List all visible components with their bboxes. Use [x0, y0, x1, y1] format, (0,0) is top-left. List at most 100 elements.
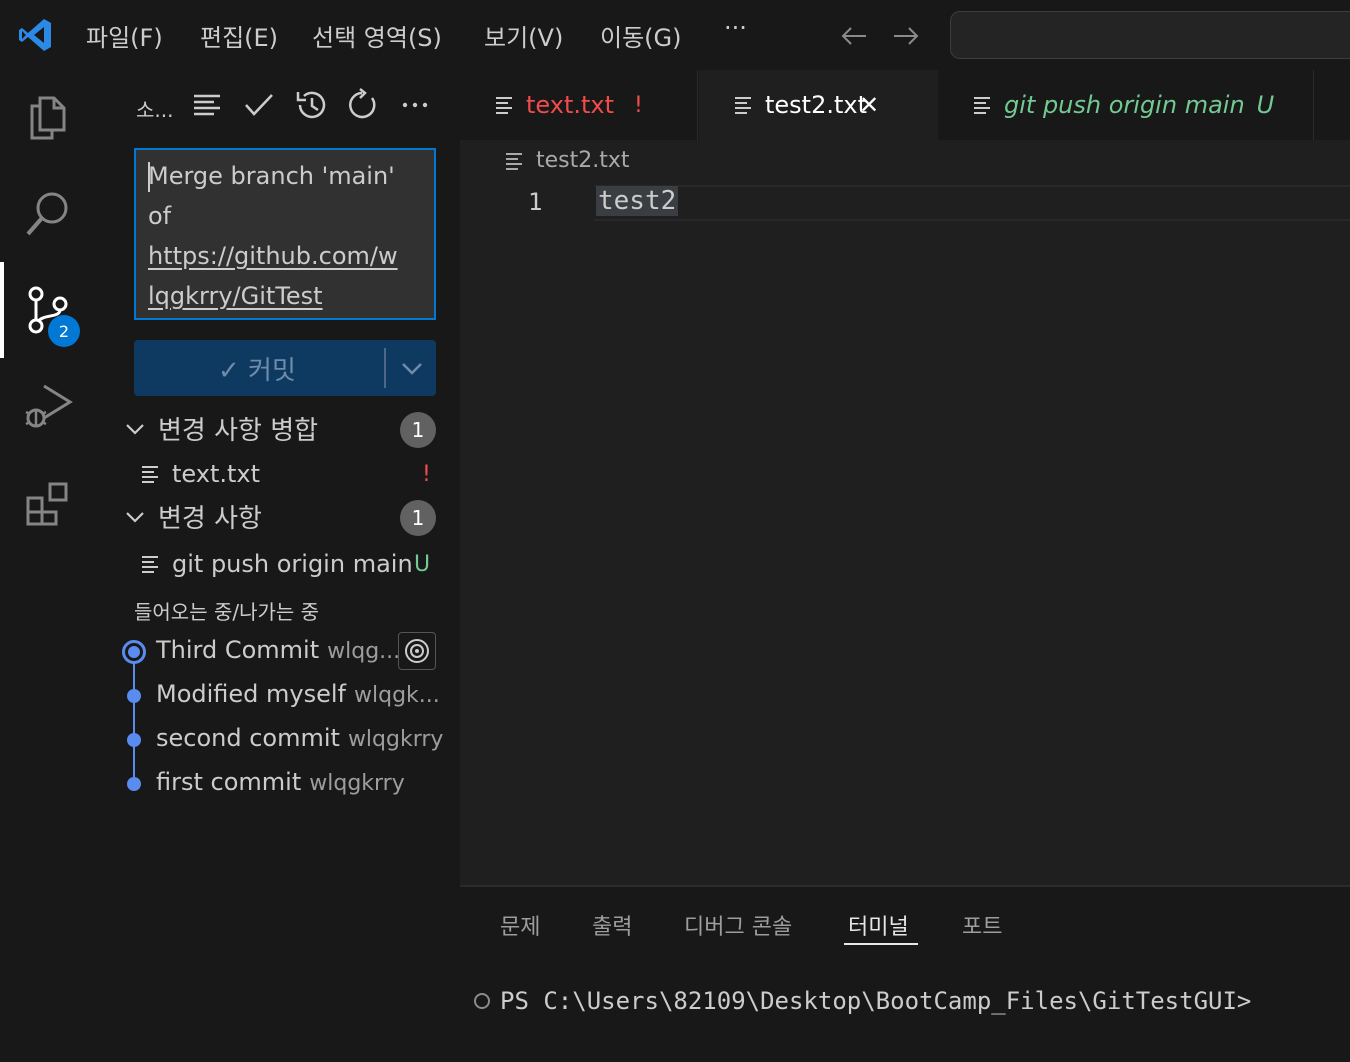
tab-untracked-status: U	[1256, 91, 1275, 119]
commit-check-icon[interactable]	[242, 88, 276, 122]
activity-run-debug[interactable]	[0, 358, 96, 454]
target-icon	[405, 639, 429, 663]
arrow-left-icon[interactable]	[838, 20, 870, 52]
chevron-down-icon[interactable]	[392, 350, 432, 386]
change-file-row[interactable]: git push origin main	[140, 550, 413, 578]
more-actions-icon[interactable]	[398, 88, 432, 122]
chevron-down-icon	[126, 423, 144, 435]
close-icon[interactable]: ✕	[859, 91, 879, 119]
editor-area[interactable]: test2.txt 1 test2	[460, 140, 1350, 885]
menu-file[interactable]: 파일(F)	[86, 18, 163, 53]
panel-tab-ports[interactable]: 포트	[962, 909, 1002, 941]
tab-conflict-status: !	[634, 92, 643, 118]
tab-git-push[interactable]: git push origin main U	[938, 70, 1314, 140]
changes-count: 1	[400, 500, 436, 536]
menu-go[interactable]: 이동(G)	[600, 18, 681, 53]
commit-message-link[interactable]: lqgkrry/GitTest	[148, 276, 422, 316]
head-commit-marker	[122, 640, 146, 664]
activity-extensions[interactable]	[0, 454, 96, 550]
tab-text-txt[interactable]: text.txt !	[460, 70, 698, 140]
activity-source-control[interactable]: 2	[0, 262, 96, 358]
commit-dot	[127, 689, 141, 703]
file-lines-icon	[974, 97, 990, 114]
files-icon	[30, 96, 66, 140]
file-lines-icon	[496, 97, 512, 114]
file-lines-icon	[142, 556, 158, 573]
changes-header[interactable]: 변경 사항	[122, 498, 262, 535]
bottom-panel: 문제 출력 디버그 콘솔 터미널 포트 PS C:\Users\82109\De…	[460, 885, 1350, 1062]
commit-message-link[interactable]: https://github.com/w	[148, 236, 422, 276]
sidebar-title: 소...	[136, 98, 174, 122]
tab-label: test2.txt	[765, 91, 868, 119]
current-line-highlight	[594, 185, 1350, 221]
commit-author: wlqgkrry	[309, 771, 405, 796]
commit-row[interactable]: Third Commit wlqg...	[156, 636, 400, 664]
commit-message: Third Commit	[156, 636, 320, 664]
commit-author: wlqgk...	[354, 683, 440, 708]
commit-row[interactable]: first commit wlqgkrry	[156, 768, 405, 796]
activity-explorer[interactable]	[0, 70, 96, 166]
commit-dot	[127, 777, 141, 791]
line-number: 1	[528, 188, 543, 216]
menu-selection[interactable]: 선택 영역(S)	[312, 18, 442, 53]
commit-message: Modified myself	[156, 680, 347, 708]
panel-tab-terminal[interactable]: 터미널	[848, 909, 909, 941]
commit-button-label: ✓ 커밋	[218, 356, 296, 386]
panel-tab-debug-console[interactable]: 디버그 콘솔	[684, 909, 792, 941]
scm-count-badge: 2	[48, 315, 80, 347]
menu-view[interactable]: 보기(V)	[484, 18, 563, 53]
refresh-icon[interactable]	[346, 88, 380, 122]
merge-changes-count: 1	[400, 412, 436, 448]
merge-changes-header[interactable]: 변경 사항 병합	[122, 410, 318, 447]
editor-tab-bar: text.txt ! test2.txt ✕ git push origin m…	[460, 70, 1350, 140]
menu-edit[interactable]: 편집(E)	[200, 18, 278, 53]
commit-button[interactable]: ✓ 커밋	[134, 340, 436, 396]
breadcrumb-file: test2.txt	[536, 148, 630, 173]
activity-bar: 2	[0, 70, 96, 1062]
commit-message-line: of	[148, 202, 172, 230]
merge-file-row[interactable]: text.txt	[140, 460, 260, 488]
terminal-prompt[interactable]: PS C:\Users\82109\Desktop\BootCamp_Files…	[500, 987, 1251, 1015]
file-lines-icon	[506, 152, 522, 170]
active-tab-indicator	[844, 943, 918, 945]
commit-message: first commit	[156, 768, 302, 796]
untracked-status: U	[414, 552, 431, 577]
chevron-down-icon	[126, 511, 144, 523]
commit-row[interactable]: second commit wlqgkrry	[156, 724, 443, 752]
activity-search[interactable]	[0, 166, 96, 262]
terminal-status-circle-icon	[474, 993, 490, 1009]
view-as-tree-icon[interactable]	[190, 88, 224, 122]
title-bar: 파일(F) 편집(E) 선택 영역(S) 보기(V) 이동(G) ···	[0, 0, 1350, 70]
tab-label: text.txt	[526, 91, 615, 119]
menu-more-button[interactable]: ···	[724, 14, 747, 42]
vscode-logo-icon[interactable]	[16, 16, 54, 54]
commit-button-divider	[384, 348, 386, 388]
graph-line	[133, 662, 135, 790]
conflict-status: !	[422, 462, 431, 487]
graph-title: 들어오는 중/나가는 중	[134, 600, 320, 624]
commit-author: wlqgkrry	[347, 727, 444, 752]
graph-fetch-button[interactable]	[398, 632, 436, 670]
commit-row[interactable]: Modified myself wlqgk...	[156, 680, 440, 708]
history-icon[interactable]	[294, 88, 328, 122]
commit-message-line: Merge branch 'main'	[148, 162, 395, 190]
extensions-icon	[26, 482, 68, 526]
commit-dot	[127, 733, 141, 747]
tab-test2-txt[interactable]: test2.txt ✕	[699, 70, 938, 140]
command-center-search[interactable]	[950, 11, 1350, 59]
section-label: 변경 사항 병합	[158, 416, 319, 446]
panel-tab-output[interactable]: 출력	[592, 909, 632, 941]
tab-label: git push origin main	[1004, 91, 1245, 119]
file-name: git push origin main	[172, 550, 413, 578]
code-line[interactable]: test2	[596, 186, 679, 216]
source-control-sidebar: 소... Merge branch 'main' of https://gith…	[96, 70, 460, 1062]
commit-message-input[interactable]: Merge branch 'main' of https://github.co…	[134, 148, 436, 320]
arrow-right-icon[interactable]	[890, 20, 922, 52]
run-debug-icon	[25, 384, 73, 428]
text-caret	[148, 162, 150, 192]
file-name: text.txt	[172, 460, 261, 488]
breadcrumb[interactable]: test2.txt	[504, 148, 630, 173]
search-icon	[26, 192, 68, 236]
commit-author: wlqg...	[327, 639, 401, 664]
panel-tab-problems[interactable]: 문제	[500, 909, 540, 941]
